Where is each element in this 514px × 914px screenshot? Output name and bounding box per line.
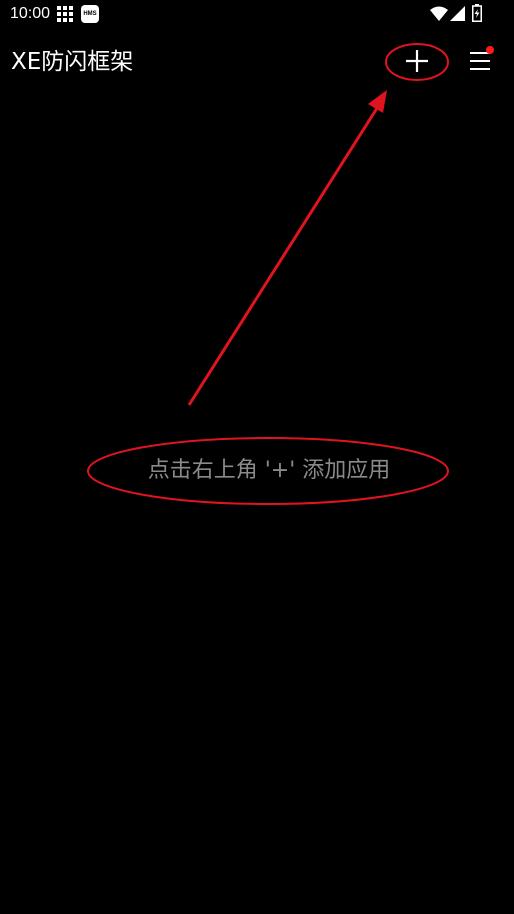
status-time: 10:00 [10,5,51,22]
hms-label: HMS [83,11,97,17]
signal-icon [450,6,465,21]
app-title: XE防闪框架 [11,49,134,75]
menu-button[interactable] [462,44,498,80]
toolbar: XE防闪框架 [0,30,514,94]
battery-icon [472,4,482,22]
hms-icon: HMS [81,5,99,23]
empty-state-hint: 点击右上角 '+' 添加应用 [147,458,391,483]
status-bar: 10:00 HMS [0,0,514,30]
notification-badge [486,46,494,54]
add-app-button[interactable] [386,44,448,78]
plus-icon [406,50,428,72]
hamburger-menu-icon [470,46,494,70]
annotation-arrow-line [187,104,381,406]
grid-icon [57,6,73,22]
wifi-icon [430,6,448,21]
